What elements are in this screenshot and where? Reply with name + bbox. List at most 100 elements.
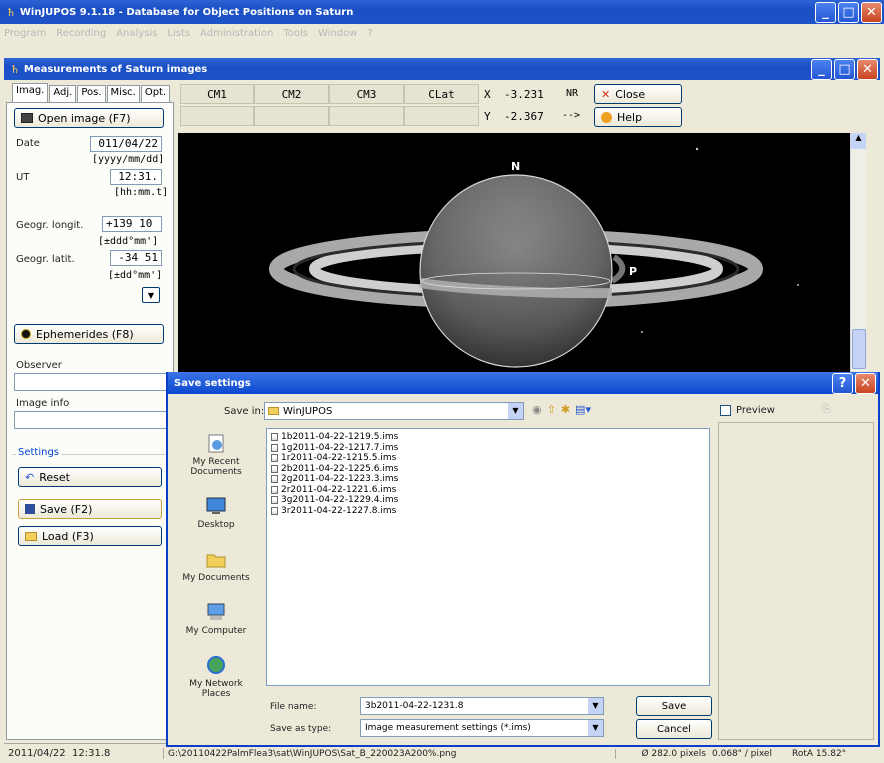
file-list[interactable]: 1b2011-04-22-1219.5.ims 1g2011-04-22-121… [266,428,710,686]
app-icon: ♄ [6,5,16,19]
save-type-select[interactable]: Image measurement settings (*.ims) ▼ [360,719,604,737]
latit-format-hint: [±dd°mm'] [108,270,163,281]
save-in-combo[interactable]: WinJUPOS ▼ [264,402,524,420]
clat-value [404,106,479,126]
reset-button[interactable]: ↶ Reset [18,467,162,487]
help-label: Help [617,110,643,124]
place-documents[interactable]: My Documents [181,548,251,583]
ephemerides-button[interactable]: Ephemerides (F8) [14,324,164,344]
load-settings-button[interactable]: Load (F3) [18,526,162,546]
image-icon [21,113,33,123]
file-name-value: 3b2011-04-22-1231.8 [365,701,464,711]
inner-minimize-button[interactable]: _ [811,59,832,80]
tab-misc[interactable]: Misc. [106,85,140,102]
p-marker: P [629,265,637,278]
tab-imag[interactable]: Imag. [12,83,49,102]
list-item[interactable]: 3r2011-04-22-1227.8.ims [271,506,705,517]
list-item[interactable]: 2b2011-04-22-1225.6.ims [271,464,705,475]
file-icon [271,433,278,442]
vertical-scrollbar[interactable]: ▲ [850,133,866,373]
save-type-label: Save as type: [270,724,332,734]
list-item[interactable]: 1b2011-04-22-1219.5.ims [271,432,705,443]
file-name-input[interactable]: 3b2011-04-22-1231.8 ▼ [360,697,604,715]
file-name: 1r2011-04-22-1215.5.ims [281,453,397,464]
list-item[interactable]: 2r2011-04-22-1221.6.ims [271,485,705,496]
chevron-down-icon: ▼ [588,698,603,714]
file-icon [271,464,278,473]
file-name: 2b2011-04-22-1225.6.ims [281,463,399,474]
settings-label: Settings [16,447,62,458]
y-suffix: --> [562,110,581,121]
open-image-button[interactable]: Open image (F7) [14,108,164,128]
file-icon [271,443,278,452]
observer-label: Observer [16,360,62,371]
longit-field[interactable]: +139 10 [102,216,162,232]
back-icon[interactable]: ◉ [532,403,542,416]
tab-pos[interactable]: Pos. [77,85,106,102]
maximize-button[interactable]: □ [838,2,859,23]
preview-label: Preview [736,405,775,416]
place-computer[interactable]: My Computer [181,601,251,636]
dropdown-toggle-button[interactable]: ▼ [142,287,160,303]
list-item[interactable]: 1g2011-04-22-1217.7.ims [271,443,705,454]
chevron-down-icon: ▼ [508,403,523,419]
dialog-toolbar: ◉ ⇧ ✱ ▤▾ [532,403,591,416]
disk-icon [25,504,35,514]
help-button[interactable]: Help [594,107,682,127]
menu-analysis[interactable]: Analysis [116,28,157,39]
menu-help[interactable]: ? [367,28,372,39]
reset-label: Reset [39,470,70,484]
scroll-up-button[interactable]: ▲ [851,133,866,149]
menu-program[interactable]: Program [4,28,46,39]
latit-field[interactable]: -34 51 [110,250,162,266]
date-field[interactable]: 011/04/22 [90,136,162,152]
dialog-save-button[interactable]: Save [636,696,712,716]
place-network[interactable]: My Network Places [181,654,251,699]
place-recent-label: My Recent Documents [190,457,242,477]
place-desktop[interactable]: Desktop [181,495,251,530]
tab-opt[interactable]: Opt. [140,85,171,102]
tab-strip: Imag. Adj. Pos. Misc. Opt. [12,83,171,102]
image-info-field[interactable] [14,411,170,429]
menu-administration[interactable]: Administration [200,28,273,39]
chevron-down-icon: ▼ [588,720,603,736]
minimize-button[interactable]: _ [815,2,836,23]
list-item[interactable]: 2g2011-04-22-1223.3.ims [271,474,705,485]
dialog-cancel-button[interactable]: Cancel [636,719,712,739]
close-x-icon: ✕ [601,87,611,101]
moon-dot [695,147,699,151]
my-documents-icon [206,554,226,568]
menu-recording[interactable]: Recording [56,28,106,39]
folder-icon [25,531,37,541]
inner-maximize-button[interactable]: □ [834,59,855,80]
tab-adj[interactable]: Adj. [49,85,77,102]
inner-close-button[interactable]: ✕ [857,59,878,80]
cm2-header: CM2 [254,84,329,104]
new-folder-icon[interactable]: ✱ [561,403,570,416]
list-item[interactable]: 1r2011-04-22-1215.5.ims [271,453,705,464]
up-folder-icon[interactable]: ⇧ [547,403,556,416]
checkbox-preview[interactable] [720,405,731,416]
scroll-thumb[interactable] [852,329,866,369]
measurements-title: Measurements of Saturn images [23,63,208,75]
save-settings-button[interactable]: Save (F2) [18,499,162,519]
menu-window[interactable]: Window [318,28,357,39]
list-item[interactable]: 3g2011-04-22-1229.4.ims [271,495,705,506]
view-menu-icon[interactable]: ▤▾ [575,403,591,416]
close-button[interactable]: ✕ Close [594,84,682,104]
place-recent[interactable]: My Recent Documents [181,432,251,477]
image-info-label: Image info [16,398,70,409]
app-title: WinJUPOS 9.1.18 - Database for Object Po… [19,6,354,18]
close-window-button[interactable]: ✕ [861,2,882,23]
load-settings-label: Load (F3) [42,529,94,543]
menu-tools[interactable]: Tools [283,28,308,39]
menu-lists[interactable]: Lists [167,28,190,39]
dialog-close-button[interactable]: ✕ [855,373,876,394]
cm2-value [254,106,329,126]
save-in-label: Save in: [224,406,265,417]
ut-field[interactable]: 12:31. [110,169,162,185]
save-settings-label: Save (F2) [40,502,93,516]
menu-bar: Program Recording Analysis Lists Adminis… [0,24,884,42]
dialog-help-button[interactable]: ? [832,373,853,394]
observer-field[interactable] [14,373,170,391]
